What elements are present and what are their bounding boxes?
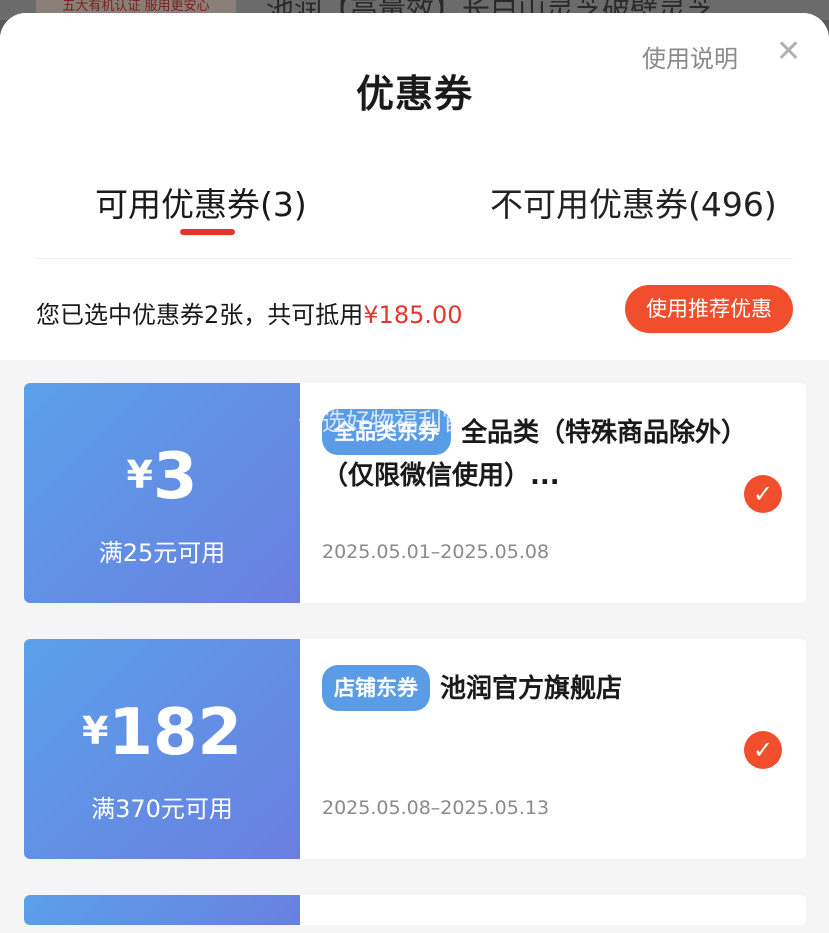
coupon-value: ¥3 <box>24 445 300 509</box>
coupon-tag: 店铺东券 <box>322 665 430 711</box>
tab-available-coupons[interactable]: 可用优惠券(3) <box>95 178 307 226</box>
coupon-validity-date: 2025.05.08–2025.05.13 <box>322 797 550 819</box>
coupon-card[interactable]: ¥182 满370元可用 店铺东券 池润官方旗舰店 2025.05.08–2025… <box>24 639 806 859</box>
currency-symbol: ¥ <box>81 709 109 753</box>
coupon-tag: 全品类东券 <box>322 409 451 455</box>
coupon-card-partial[interactable] <box>24 895 806 925</box>
use-recommended-button[interactable]: 使用推荐优惠 <box>625 285 793 333</box>
sheet-header: 优惠券 使用说明 ✕ 可用优惠券(3) 不可用优惠券(496) 您已选中优惠券2… <box>0 13 829 360</box>
tab-unavailable-coupons[interactable]: 不可用优惠券(496) <box>490 178 777 226</box>
currency-symbol: ¥ <box>126 453 153 497</box>
coupon-title: 池润官方旗舰店 <box>440 674 623 704</box>
summary-text: 您已选中优惠券2张，共可抵用 <box>36 301 364 329</box>
coupon-amount: 3 <box>152 440 198 514</box>
selected-check-icon[interactable]: ✓ <box>744 731 782 769</box>
active-tab-indicator <box>180 229 235 235</box>
coupon-value-panel: ¥3 满25元可用 <box>24 383 300 603</box>
coupon-name: 店铺东券 池润官方旗舰店 <box>322 665 742 711</box>
divider <box>36 258 793 259</box>
discount-amount: ¥185.00 <box>363 301 463 329</box>
coupon-details: 全品类东券 全品类（特殊商品除外）（仅限微信使用）... 2025.05.01–2… <box>300 383 806 603</box>
coupon-details: 店铺东券 池润官方旗舰店 2025.05.08–2025.05.13 ✓ <box>300 639 806 859</box>
coupon-condition: 满25元可用 <box>98 539 226 567</box>
selected-check-icon[interactable]: ✓ <box>744 475 782 513</box>
coupon-value-panel: ¥182 满370元可用 <box>24 639 300 859</box>
coupon-validity-date: 2025.05.01–2025.05.08 <box>322 541 550 563</box>
coupon-name: 全品类东券 全品类（特殊商品除外）（仅限微信使用）... <box>322 409 742 497</box>
close-icon[interactable]: ✕ <box>776 37 801 67</box>
selection-summary: 您已选中优惠券2张，共可抵用¥185.00 <box>36 295 463 330</box>
usage-instructions-link[interactable]: 使用说明 <box>642 39 738 74</box>
coupon-value: ¥182 <box>24 701 300 765</box>
coupon-value-panel <box>24 895 300 925</box>
coupon-card[interactable]: ¥3 满25元可用 全品类东券 全品类（特殊商品除外）（仅限微信使用）... 20… <box>24 383 806 603</box>
coupon-amount: 182 <box>108 696 243 770</box>
coupon-condition: 满370元可用 <box>91 795 233 823</box>
